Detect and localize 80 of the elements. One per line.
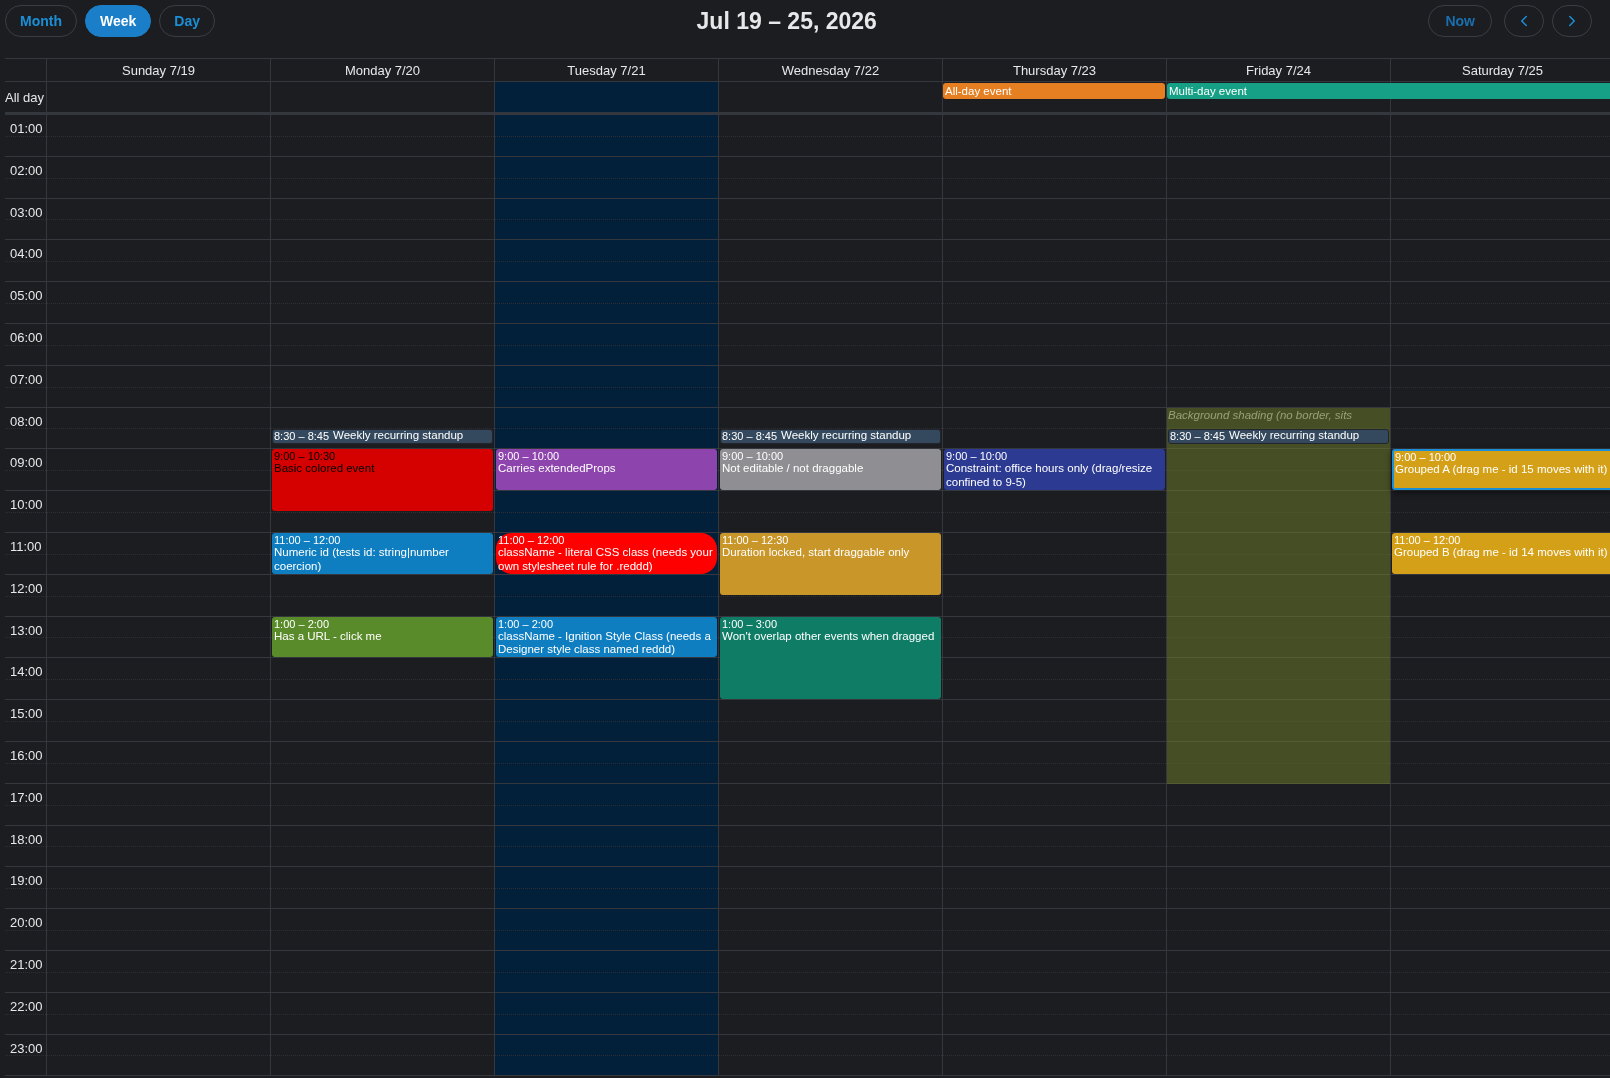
calendar-event[interactable]: 1:00 – 2:00 className - Ignition Style Class (needs a Designer style class named reddd): [496, 616, 717, 658]
event-title: className - literal CSS class (needs your own stylesheet rule for .reddd): [498, 546, 714, 573]
event-title: Grouped B (drag me - id 14 moves with it): [1394, 546, 1609, 560]
event-time: 1:00 – 2:00: [498, 617, 555, 630]
calendar-event[interactable]: 8:30 – 8:45 Weekly recurring standup: [720, 428, 941, 444]
day-header: Friday 7/24: [1166, 59, 1390, 82]
hour-label: 06:00: [9, 329, 44, 345]
event-title: Numeric id (tests id: string|number coercion): [274, 546, 450, 573]
hour-label: 08:00: [9, 412, 44, 429]
event-time: 9:00 – 10:00: [722, 450, 785, 463]
calendar-event[interactable]: 11:00 – 12:00 className - literal CSS class (needs your own stylesheet rule for .reddd): [496, 533, 717, 574]
hour-label: 11:00: [9, 537, 43, 554]
hour-label: 07:00: [9, 370, 44, 387]
event-title: Grouped A (drag me - id 15 moves with it): [1395, 463, 1609, 477]
hour-label: 09:00: [9, 454, 44, 471]
day-header: Wednesday 7/22: [718, 59, 942, 82]
event-time: 11:00 – 12:00: [274, 534, 342, 546]
hour-label: 19:00: [9, 872, 44, 889]
hour-label: 01:00: [9, 120, 44, 136]
hour-label: 23:00: [9, 1039, 44, 1056]
all-day-event[interactable]: All-day event: [943, 83, 1165, 99]
event-title: Carries extendedProps: [498, 462, 617, 476]
event-time: 9:00 – 10:00: [498, 450, 561, 463]
event-time: 9:00 – 10:00: [946, 450, 1009, 463]
calendar-event[interactable]: 9:00 – 10:00 Carries extendedProps: [496, 449, 717, 491]
hour-label: 04:00: [9, 245, 44, 262]
calendar-event[interactable]: 8:30 – 8:45 Weekly recurring standup: [1168, 428, 1389, 444]
event-title: Constraint: office hours only (drag/resize confined to 9-5): [946, 462, 1154, 490]
calendar-title: Jul 19 – 25, 2026: [695, 7, 878, 35]
background-shading-label: Background shading (no border, sits: [1167, 407, 1354, 421]
event-time: 8:30 – 8:45: [1170, 430, 1226, 442]
hour-label: 14:00: [9, 663, 44, 680]
hour-label: 10:00: [9, 496, 44, 513]
event-time: 9:00 – 10:30: [274, 450, 337, 463]
calendar-event[interactable]: 9:00 – 10:00 Grouped A (drag me - id 15 moves with it): [1392, 449, 1610, 491]
day-header: Thursday 7/23: [942, 59, 1166, 82]
event-time: 1:00 – 2:00: [274, 617, 331, 630]
event-title: Weekly recurring standup: [333, 429, 464, 443]
calendar-event[interactable]: 1:00 – 3:00 Won't overlap other events when dragged: [720, 616, 941, 700]
hour-label: 20:00: [9, 914, 44, 931]
calendar-event[interactable]: 9:00 – 10:30 Basic colored event: [272, 449, 493, 512]
event-time: 11:00 – 12:00: [1394, 534, 1462, 546]
event-time: 8:30 – 8:45: [722, 430, 778, 442]
day-header: Monday 7/20: [270, 59, 494, 82]
calendar-event[interactable]: 11:00 – 12:30 Duration locked, start draggable only: [720, 533, 941, 595]
calendar-event[interactable]: 1:00 – 2:00 Has a URL - click me: [272, 616, 493, 658]
hour-label: 18:00: [9, 830, 44, 847]
calendar-event[interactable]: 11:00 – 12:00 Numeric id (tests id: string|number coercion): [272, 533, 493, 574]
day-header: Sunday 7/19: [46, 59, 270, 82]
event-time: 11:00 – 12:30: [722, 534, 790, 546]
hour-label: 21:00: [9, 955, 44, 972]
event-time: 11:00 – 12:00: [498, 534, 566, 546]
all-day-event[interactable]: Multi-day event: [1167, 83, 1610, 99]
hour-label: 22:00: [9, 997, 44, 1014]
event-title: Weekly recurring standup: [1229, 429, 1360, 443]
event-title: Has a URL - click me: [274, 629, 383, 644]
calendar-event[interactable]: 11:00 – 12:00 Grouped B (drag me - id 14 moves with it): [1392, 533, 1610, 574]
event-time: 8:30 – 8:45: [274, 430, 330, 442]
event-title: Weekly recurring standup: [781, 429, 912, 443]
event-title: Duration locked, start draggable only: [722, 546, 911, 560]
hour-label: 12:00: [9, 579, 44, 596]
event-title: Not editable / not draggable: [722, 462, 865, 476]
calendar-event[interactable]: 9:00 – 10:00 Not editable / not draggable: [720, 449, 941, 491]
hour-label: 15:00: [9, 705, 44, 722]
hour-label: 16:00: [9, 746, 44, 763]
day-header: Saturday 7/25: [1390, 59, 1610, 82]
event-time: 9:00 – 10:00: [1395, 451, 1458, 464]
hour-label: 05:00: [9, 287, 44, 304]
hour-label: 02:00: [9, 161, 44, 178]
event-title: className - Ignition Style Class (needs a Designer style class named reddd): [498, 629, 712, 657]
event-title: Won't overlap other events when dragged: [722, 629, 936, 644]
hour-label: 13:00: [9, 621, 44, 638]
hour-label: 03:00: [9, 203, 44, 220]
view-button[interactable]: Week: [85, 5, 152, 37]
event-time: 1:00 – 3:00: [722, 617, 779, 630]
calendar-event[interactable]: 9:00 – 10:00 Constraint: office hours only (drag/resize confined to 9-5): [944, 449, 1165, 491]
all-day-label: All day: [5, 89, 45, 105]
calendar-event[interactable]: 8:30 – 8:45 Weekly recurring standup: [272, 428, 493, 444]
hour-label: 17:00: [9, 788, 44, 805]
event-title: Basic colored event: [274, 462, 376, 476]
